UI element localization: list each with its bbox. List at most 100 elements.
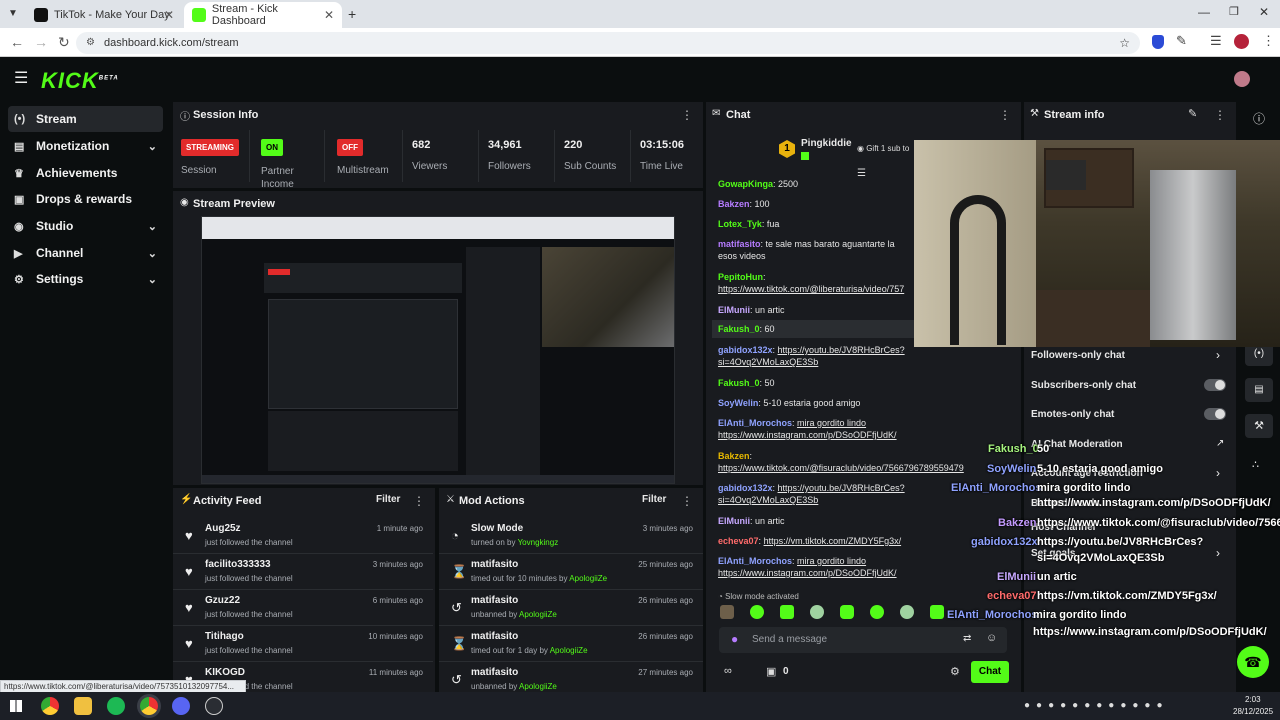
spotify-icon[interactable] — [107, 697, 125, 715]
follower-name[interactable]: Gzuz22 — [205, 595, 240, 606]
tab-tiktok[interactable]: TikTok - Make Your Day ✕ — [26, 2, 182, 28]
chrome-active-icon[interactable] — [140, 697, 158, 715]
tab-kick[interactable]: Stream - Kick Dashboard ✕ — [184, 2, 342, 28]
wrench-tool-icon[interactable]: ⚒ — [1245, 414, 1273, 438]
community-icon[interactable]: ∴ — [1252, 458, 1259, 471]
chat-user[interactable]: echeva07 — [718, 536, 759, 546]
emotes-only-toggle[interactable] — [1204, 408, 1226, 420]
profile-avatar[interactable] — [1234, 34, 1249, 49]
moderator-name[interactable]: ApologiiZe — [519, 682, 557, 691]
mod-action-name[interactable]: matifasito — [471, 595, 518, 606]
more-options-icon[interactable]: ⋮ — [1214, 108, 1226, 122]
sidebar-item-drops[interactable]: ▣ Drops & rewards — [8, 186, 163, 212]
camera-feed-window[interactable] — [914, 140, 1280, 347]
maximize-icon[interactable]: ❐ — [1229, 5, 1239, 18]
taskbar-date[interactable]: 28/12/2025 — [1233, 707, 1273, 716]
discord-icon[interactable] — [172, 697, 190, 715]
chevron-right-icon[interactable]: › — [1216, 348, 1220, 362]
media-icon[interactable]: ☰ — [1210, 33, 1222, 49]
extension-shield-icon[interactable] — [1152, 35, 1164, 49]
chrome-icon[interactable] — [41, 697, 59, 715]
emoji-icon[interactable]: ☺ — [986, 632, 997, 644]
mod-action-name[interactable]: matifasito — [471, 559, 518, 570]
chevron-right-icon[interactable]: › — [1216, 546, 1220, 560]
chat-link[interactable]: https://vm.tiktok.com/ZMDY5Fg3x/ — [764, 536, 902, 546]
chat-user[interactable]: ElMunii — [718, 516, 750, 526]
user-avatar[interactable] — [1234, 71, 1250, 87]
chevron-right-icon[interactable]: › — [1216, 466, 1220, 480]
subscribers-only-toggle[interactable] — [1204, 379, 1226, 391]
more-options-icon[interactable]: ⋮ — [681, 108, 693, 122]
follower-name[interactable]: facilito333333 — [205, 559, 271, 570]
obs-icon[interactable] — [205, 697, 223, 715]
hamburger-menu-icon[interactable]: ☰ — [14, 68, 28, 88]
site-info-icon[interactable]: ⚙ — [86, 32, 95, 54]
bookmark-star-icon[interactable]: ☆ — [1119, 32, 1130, 54]
sidebar-item-studio[interactable]: ◉ Studio ⌄ — [8, 213, 163, 239]
emote[interactable] — [810, 605, 824, 619]
chat-user[interactable]: ElAnti_Morochos — [718, 556, 792, 566]
kick-logo[interactable]: KICKBETA — [41, 68, 119, 94]
chat-user[interactable]: gabidox132x — [718, 345, 773, 355]
filter-button[interactable]: Filter — [376, 494, 400, 505]
layout-tool-icon[interactable]: ▤ — [1245, 378, 1273, 402]
sidebar-item-monetization[interactable]: ▤ Monetization ⌄ — [8, 133, 163, 159]
taskbar-time[interactable]: 2:03 — [1245, 695, 1261, 704]
edit-pencil-icon[interactable]: ✎ — [1188, 107, 1197, 120]
extensions-icon[interactable]: ✎ — [1176, 33, 1187, 49]
moderator-name[interactable]: ApologiiZe — [550, 646, 588, 655]
top-gifter-name[interactable]: Pingkiddie — [801, 138, 852, 149]
emote[interactable] — [840, 605, 854, 619]
gift-icon[interactable]: ▣ — [766, 665, 776, 678]
minimize-icon[interactable]: — — [1198, 5, 1210, 19]
sidebar-item-achievements[interactable]: ♛ Achievements — [8, 160, 163, 186]
emote[interactable] — [900, 605, 914, 619]
tray-icons[interactable]: ●●●●●●●●●●●● — [1024, 700, 1168, 711]
emote[interactable] — [720, 605, 734, 619]
sidebar-item-settings[interactable]: ⚙ Settings ⌄ — [8, 266, 163, 292]
chat-user[interactable]: Fakush_0 — [718, 324, 760, 334]
browser-menu-icon[interactable]: ⋮ — [1262, 33, 1275, 49]
mod-action-name[interactable]: matifasito — [471, 667, 518, 678]
translate-icon[interactable]: ⇄ — [963, 633, 971, 644]
more-options-icon[interactable]: ⋮ — [999, 108, 1011, 122]
emote[interactable] — [750, 605, 764, 619]
close-window-icon[interactable]: ✕ — [1259, 5, 1269, 19]
more-options-icon[interactable]: ⋮ — [413, 494, 425, 508]
file-explorer-icon[interactable] — [74, 697, 92, 715]
chat-user[interactable]: Bakzen — [718, 451, 750, 461]
chat-send-button[interactable]: Chat — [971, 661, 1009, 683]
sidebar-item-stream[interactable]: (•) Stream — [8, 106, 163, 132]
chat-user[interactable]: gabidox132x — [718, 483, 773, 493]
tab-list-icon[interactable]: ▼ — [8, 8, 18, 19]
chat-user[interactable]: ElMunii — [718, 305, 750, 315]
mod-action-name[interactable]: matifasito — [471, 631, 518, 642]
close-tab-icon[interactable]: ✕ — [324, 8, 334, 22]
emote[interactable] — [870, 605, 884, 619]
follower-name[interactable]: Titihago — [205, 631, 244, 642]
chat-settings-icon[interactable]: ⚙ — [950, 665, 960, 678]
reload-icon[interactable]: ↻ — [58, 34, 70, 51]
points-icon[interactable]: ∞ — [724, 665, 732, 677]
moderator-name[interactable]: ApologiiZe — [519, 610, 557, 619]
follower-name[interactable]: Aug25z — [205, 523, 241, 534]
chat-user[interactable]: GowapKinga — [718, 179, 773, 189]
close-tab-icon[interactable]: ✕ — [164, 8, 174, 22]
moderator-name[interactable]: ApologiiZe — [569, 574, 607, 583]
more-options-icon[interactable]: ⋮ — [681, 494, 693, 508]
filter-button[interactable]: Filter — [642, 494, 666, 505]
gift-sub-button[interactable]: ◉ Gift 1 sub to — [857, 144, 909, 153]
message-input[interactable]: ● Send a message ⇄ ☺ — [719, 627, 1007, 653]
chat-link[interactable]: https://www.tiktok.com/@fisuraclub/video… — [718, 463, 964, 473]
external-link-icon[interactable]: ↗ — [1216, 438, 1224, 449]
chat-link[interactable]: https://www.tiktok.com/@liberaturisa/vid… — [718, 284, 904, 294]
microphone-icon[interactable]: ● — [731, 632, 738, 646]
chat-user[interactable]: ElAnti_Morochos — [718, 418, 792, 428]
stream-preview-video[interactable] — [201, 216, 675, 484]
support-headset-button[interactable]: ☎ — [1237, 646, 1269, 678]
windows-start-icon[interactable] — [10, 700, 22, 712]
follower-name[interactable]: KIKOGD — [205, 667, 245, 678]
chat-user[interactable]: PepitoHun — [718, 272, 763, 282]
chat-user[interactable]: Bakzen — [718, 199, 750, 209]
address-bar[interactable]: ⚙ dashboard.kick.com/stream ☆ — [76, 32, 1140, 54]
